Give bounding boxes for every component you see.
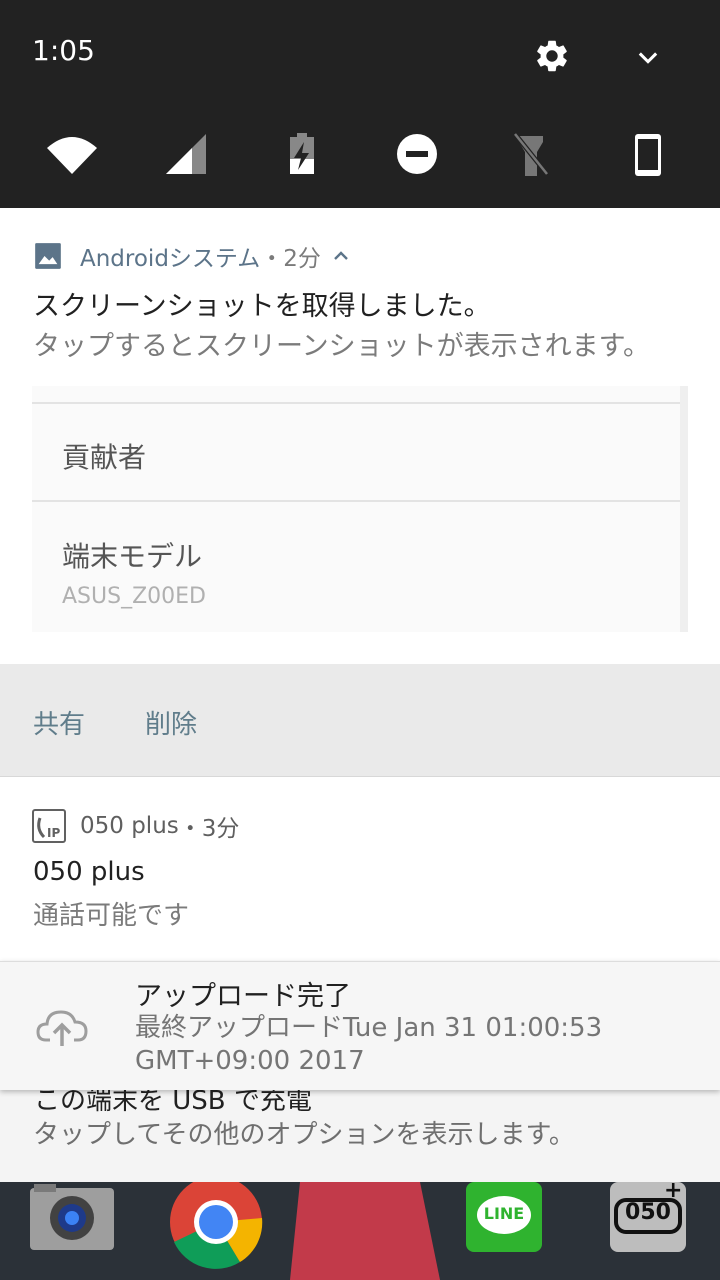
- notification-title: スクリーンショットを取得しました。: [33, 291, 491, 322]
- 050plus-app-icon[interactable]: 050 +: [610, 1182, 686, 1252]
- notification-title: 050 plus: [33, 857, 145, 887]
- camera-app-icon[interactable]: [28, 1184, 116, 1254]
- screenshot-preview[interactable]: 貢献者 端末モデル ASUS_Z00ED: [32, 386, 688, 632]
- divider: [32, 500, 688, 502]
- battery-charging-icon[interactable]: [274, 128, 330, 184]
- divider: [32, 402, 688, 404]
- preview-scrollbar: [680, 386, 688, 632]
- preview-device-model-value: ASUS_Z00ED: [62, 584, 206, 609]
- clock: 1:05: [32, 34, 95, 67]
- chevron-up-icon[interactable]: [331, 249, 351, 263]
- line-app-icon[interactable]: LINE: [466, 1182, 542, 1252]
- share-button[interactable]: 共有: [33, 704, 85, 741]
- cellular-signal-icon[interactable]: [162, 128, 218, 184]
- notification-time: ・2分: [260, 246, 321, 272]
- quick-settings-panel: 1:05: [0, 0, 720, 208]
- delete-button[interactable]: 削除: [145, 704, 197, 741]
- image-icon: [35, 243, 61, 269]
- do-not-disturb-icon[interactable]: [389, 128, 445, 184]
- notification-text: 通話可能です: [33, 901, 190, 931]
- home-screen-dock: LINE 050 +: [0, 1182, 720, 1280]
- auto-rotate-icon[interactable]: [620, 128, 676, 184]
- notification-header: IP 050 plus ・3分: [32, 809, 239, 843]
- notification-header: Androidシステム ・2分: [34, 242, 369, 272]
- notification-time: ・3分: [178, 816, 240, 842]
- upload-complete-notification[interactable]: アップロード完了 最終アップロードTue Jan 31 01:00:53 GMT…: [0, 961, 720, 1090]
- preview-contributors-label: 貢献者: [62, 441, 147, 474]
- cloud-upload-icon: [36, 1010, 88, 1046]
- chrome-app-icon[interactable]: [168, 1182, 264, 1270]
- svg-text:IP: IP: [47, 826, 60, 840]
- 050plus-notification[interactable]: IP 050 plus ・3分 050 plus 通話可能です: [0, 777, 720, 961]
- flashlight-off-icon[interactable]: [503, 128, 559, 184]
- notification-app-name: Androidシステム: [80, 246, 261, 272]
- settings-gear-icon[interactable]: [533, 37, 571, 75]
- ip-phone-icon: IP: [32, 809, 66, 843]
- notification-text: 最終アップロードTue Jan 31 01:00:53 GMT+09:00 20…: [135, 1013, 603, 1076]
- notification-actions: 共有 削除: [0, 664, 720, 777]
- notification-text: タップするとスクリーンショットが表示されます。: [33, 331, 650, 362]
- screenshot-notification[interactable]: Androidシステム ・2分 スクリーンショットを取得しました。 タップすると…: [0, 208, 720, 664]
- notification-app-name: 050 plus: [80, 813, 179, 839]
- notification-text: タップしてその他のオプションを表示します。: [33, 1120, 575, 1150]
- 050plus-app-label: 050: [625, 1200, 671, 1225]
- plus-icon: +: [664, 1182, 683, 1203]
- line-app-label: LINE: [483, 1204, 525, 1223]
- preview-device-model-label: 端末モデル: [62, 540, 203, 573]
- notification-title: アップロード完了: [135, 981, 351, 1012]
- chevron-down-icon[interactable]: [633, 43, 663, 71]
- wifi-icon[interactable]: [44, 128, 100, 184]
